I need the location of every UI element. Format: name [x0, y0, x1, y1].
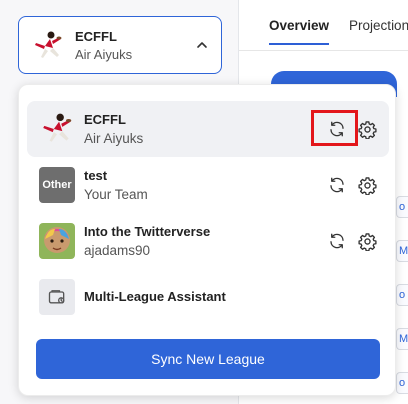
right-panel-edge: o	[396, 372, 408, 394]
refresh-icon[interactable]	[325, 173, 349, 197]
gear-icon[interactable]	[355, 229, 379, 253]
multi-league-assistant-item[interactable]: Multi-League Assistant	[27, 269, 389, 325]
league-avatar	[39, 111, 75, 147]
wallet-icon	[39, 279, 75, 315]
tab-bar: Overview Projections	[269, 18, 408, 45]
selector-league-name: ECFFL	[75, 29, 117, 44]
team-name: Your Team	[84, 187, 148, 202]
team-name: ajadams90	[84, 243, 151, 258]
right-panel-edge: o	[396, 284, 408, 306]
league-item[interactable]: Other test Your Team	[27, 157, 389, 213]
league-name: test	[84, 168, 108, 183]
league-avatar	[39, 223, 75, 259]
right-panel-edge: M	[396, 328, 408, 350]
selector-team-name: Air Aiyuks	[75, 47, 133, 62]
tab-overview[interactable]: Overview	[269, 18, 330, 45]
league-name: Into the Twitterverse	[84, 224, 211, 239]
league-name: ECFFL	[84, 112, 126, 127]
league-selector[interactable]: ECFFL Air Aiyuks	[18, 16, 222, 74]
league-item[interactable]: Into the Twitterverse ajadams90	[27, 213, 389, 269]
gear-icon[interactable]	[355, 173, 379, 197]
chevron-up-icon	[197, 42, 207, 48]
refresh-icon[interactable]	[325, 229, 349, 253]
right-panel-edge: o	[396, 196, 408, 218]
sync-new-league-button[interactable]: Sync New League	[36, 339, 380, 379]
assistant-label: Multi-League Assistant	[84, 289, 226, 304]
league-avatar	[31, 29, 65, 63]
refresh-highlight-box	[311, 110, 358, 146]
right-panel-edge: M	[396, 240, 408, 262]
team-name: Air Aiyuks	[84, 131, 144, 146]
tab-bar-underline	[239, 50, 408, 51]
gear-icon[interactable]	[355, 117, 379, 141]
tab-projections[interactable]: Projections	[349, 18, 408, 45]
league-avatar: Other	[39, 167, 75, 203]
league-dropdown: ECFFL Air Aiyuks Other test Your Team In…	[18, 84, 396, 396]
